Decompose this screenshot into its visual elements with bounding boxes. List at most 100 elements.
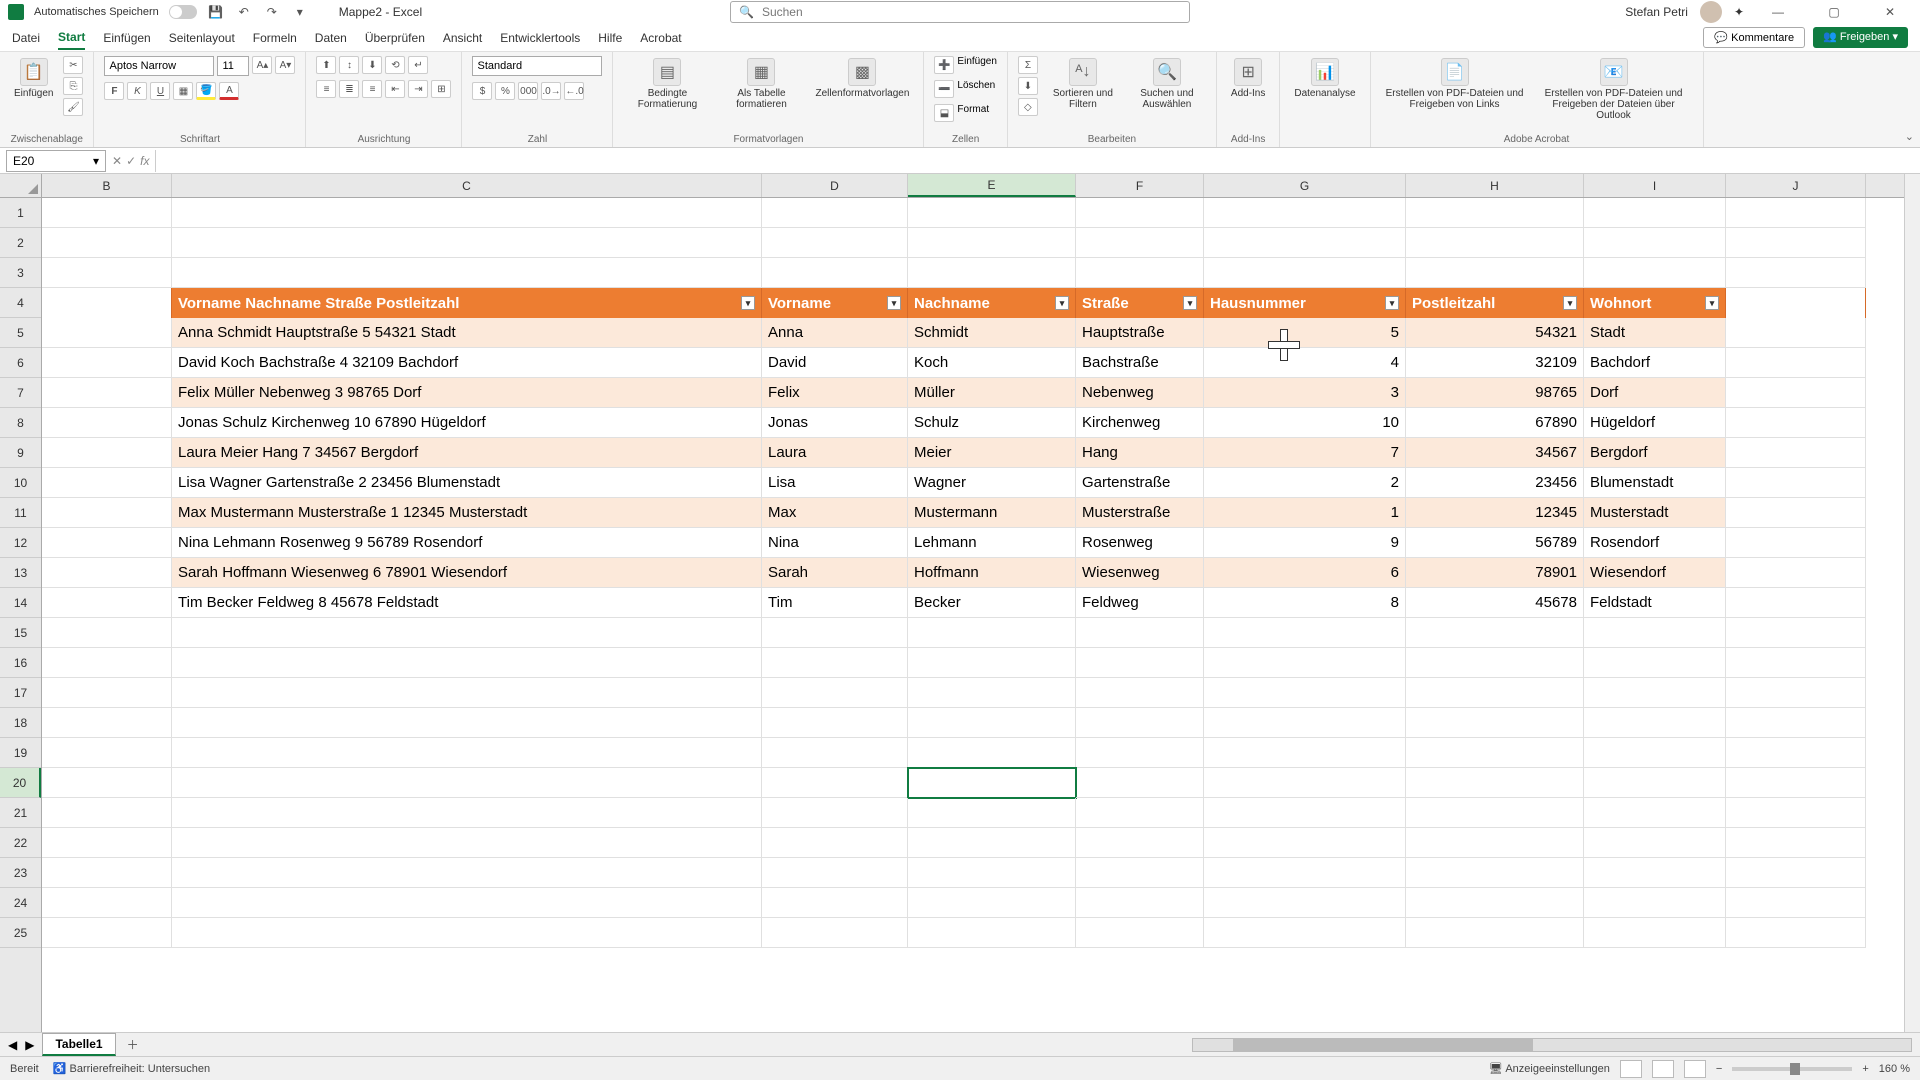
cell[interactable] xyxy=(1584,888,1726,918)
cell[interactable]: 23456 xyxy=(1406,468,1584,498)
row-header-8[interactable]: 8 xyxy=(0,408,41,438)
cell[interactable] xyxy=(1584,798,1726,828)
fx-icon[interactable]: fx xyxy=(140,154,149,168)
cell[interactable]: Bergdorf xyxy=(1584,438,1726,468)
comments-button[interactable]: 💬 Kommentare xyxy=(1703,27,1805,48)
tab-acrobat[interactable]: Acrobat xyxy=(640,27,681,49)
filter-dropdown-icon[interactable]: ▾ xyxy=(1055,296,1069,310)
cell[interactable]: 8 xyxy=(1204,588,1406,618)
cell[interactable] xyxy=(762,228,908,258)
table-header-cell[interactable]: Straße▾ xyxy=(1076,288,1204,318)
copy-icon[interactable]: ⎘ xyxy=(63,77,83,95)
create-pdf-button[interactable]: 📄Erstellen von PDF-Dateien und Freigeben… xyxy=(1381,56,1529,112)
comma-icon[interactable]: 000 xyxy=(518,82,538,100)
cell[interactable]: Becker xyxy=(908,588,1076,618)
row-header-4[interactable]: 4 xyxy=(0,288,41,318)
cell[interactable] xyxy=(1204,798,1406,828)
cell[interactable] xyxy=(1584,618,1726,648)
cell[interactable]: Musterstraße xyxy=(1076,498,1204,528)
fill-color-icon[interactable]: 🪣 xyxy=(196,82,216,100)
cell[interactable] xyxy=(42,708,172,738)
tab-review[interactable]: Überprüfen xyxy=(365,27,425,49)
row-header-12[interactable]: 12 xyxy=(0,528,41,558)
cell[interactable] xyxy=(1204,648,1406,678)
clear-icon[interactable]: ◇ xyxy=(1018,98,1038,116)
cell[interactable]: 34567 xyxy=(1406,438,1584,468)
col-header-E[interactable]: E xyxy=(908,174,1076,197)
wrap-text-icon[interactable]: ↵ xyxy=(408,56,428,74)
cell[interactable]: Rosendorf xyxy=(1584,528,1726,558)
cell[interactable]: Tim Becker Feldweg 8 45678 Feldstadt xyxy=(172,588,762,618)
cell[interactable] xyxy=(42,738,172,768)
cell[interactable]: Tim xyxy=(762,588,908,618)
cell[interactable] xyxy=(1076,888,1204,918)
increase-font-icon[interactable]: A▴ xyxy=(252,56,272,74)
cell[interactable] xyxy=(762,918,908,948)
cell-area[interactable]: Vorname Nachname Straße Postleitzahl▾Vor… xyxy=(42,198,1904,1032)
cell[interactable] xyxy=(42,288,172,318)
cell[interactable] xyxy=(172,648,762,678)
cell[interactable] xyxy=(1076,768,1204,798)
cell[interactable] xyxy=(908,858,1076,888)
horizontal-scrollbar[interactable] xyxy=(1192,1038,1912,1052)
display-settings-button[interactable]: 🖥 Anzeigeeinstellungen xyxy=(1489,1062,1610,1075)
cell[interactable]: Lisa Wagner Gartenstraße 2 23456 Blumens… xyxy=(172,468,762,498)
share-button[interactable]: 👥 Freigeben ▾ xyxy=(1813,27,1908,48)
cell[interactable] xyxy=(172,798,762,828)
cell[interactable] xyxy=(1726,258,1866,288)
cell[interactable]: Dorf xyxy=(1584,378,1726,408)
cell[interactable]: Koch xyxy=(908,348,1076,378)
filter-dropdown-icon[interactable]: ▾ xyxy=(1563,296,1577,310)
font-name-select[interactable]: Aptos Narrow xyxy=(104,56,214,76)
row-header-19[interactable]: 19 xyxy=(0,738,41,768)
cell[interactable] xyxy=(42,558,172,588)
cell[interactable] xyxy=(1204,768,1406,798)
normal-view-button[interactable] xyxy=(1620,1060,1642,1078)
tab-formulas[interactable]: Formeln xyxy=(253,27,297,49)
cell[interactable] xyxy=(1726,378,1866,408)
cell[interactable] xyxy=(42,828,172,858)
col-header-F[interactable]: F xyxy=(1076,174,1204,197)
enter-formula-icon[interactable]: ✓ xyxy=(126,154,136,168)
cell[interactable] xyxy=(1076,798,1204,828)
filter-dropdown-icon[interactable]: ▾ xyxy=(741,296,755,310)
cell[interactable] xyxy=(1584,828,1726,858)
add-sheet-button[interactable]: ＋ xyxy=(124,1036,142,1054)
col-header-J[interactable]: J xyxy=(1726,174,1866,197)
cell[interactable] xyxy=(172,258,762,288)
cell[interactable] xyxy=(762,198,908,228)
cell[interactable] xyxy=(42,498,172,528)
cell[interactable]: Anna Schmidt Hauptstraße 5 54321 Stadt xyxy=(172,318,762,348)
cell[interactable]: 45678 xyxy=(1406,588,1584,618)
cell[interactable] xyxy=(762,828,908,858)
cell[interactable] xyxy=(42,468,172,498)
cell[interactable] xyxy=(1726,678,1866,708)
cell[interactable] xyxy=(172,678,762,708)
tab-help[interactable]: Hilfe xyxy=(598,27,622,49)
cell[interactable]: 54321 xyxy=(1406,318,1584,348)
zoom-out-button[interactable]: − xyxy=(1716,1063,1722,1075)
cell[interactable] xyxy=(1076,918,1204,948)
cell-styles-button[interactable]: ▩Zellenformatvorlagen xyxy=(811,56,913,101)
minimize-button[interactable]: — xyxy=(1756,0,1800,24)
cell[interactable] xyxy=(42,768,172,798)
cell[interactable] xyxy=(908,678,1076,708)
align-right-icon[interactable]: ≡ xyxy=(362,80,382,98)
cell[interactable] xyxy=(42,918,172,948)
cell[interactable] xyxy=(1726,528,1866,558)
cell[interactable] xyxy=(1406,678,1584,708)
cell[interactable] xyxy=(1726,198,1866,228)
cell[interactable] xyxy=(172,738,762,768)
cell[interactable] xyxy=(762,858,908,888)
tab-data[interactable]: Daten xyxy=(315,27,347,49)
cell[interactable] xyxy=(42,378,172,408)
cell[interactable] xyxy=(762,738,908,768)
table-header-cell[interactable]: Vorname Nachname Straße Postleitzahl▾ xyxy=(172,288,762,318)
cell[interactable] xyxy=(1076,258,1204,288)
zoom-level[interactable]: 160 % xyxy=(1879,1063,1910,1075)
cell[interactable]: Laura xyxy=(762,438,908,468)
cell[interactable]: Jonas Schulz Kirchenweg 10 67890 Hügeldo… xyxy=(172,408,762,438)
cell[interactable] xyxy=(908,768,1076,798)
page-break-view-button[interactable] xyxy=(1684,1060,1706,1078)
cell[interactable]: Hang xyxy=(1076,438,1204,468)
